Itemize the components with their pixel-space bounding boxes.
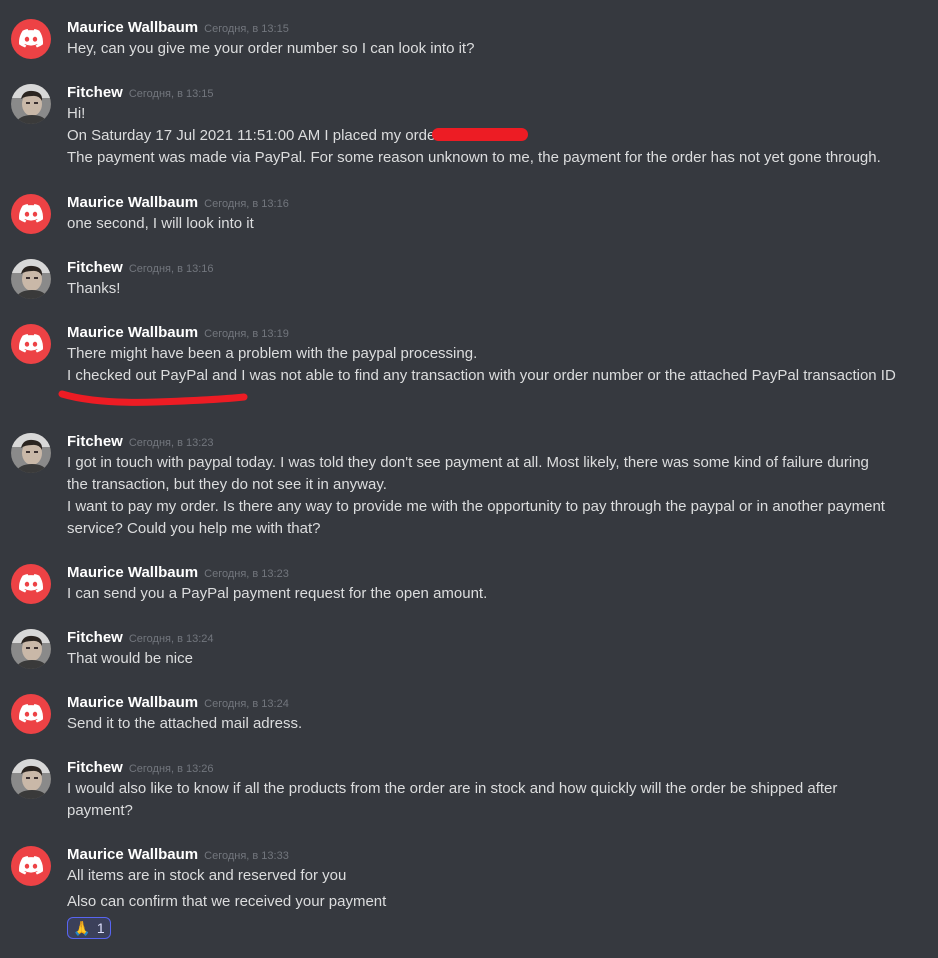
avatar[interactable] [11,564,51,604]
discord-logo-icon [19,856,43,875]
reaction-count: 1 [96,920,105,936]
timestamp: Сегодня, в 13:15 [128,88,214,100]
timestamp: Сегодня, в 13:16 [204,198,289,210]
reaction-button[interactable]: 🙏 1 [67,917,111,939]
author-name[interactable]: Maurice Wallbaum [67,564,198,581]
author-name[interactable]: Fitchew [67,629,123,646]
user-photo [11,84,51,124]
user-photo [11,259,51,299]
author-name[interactable]: Fitchew [67,759,123,776]
discord-logo-icon [19,334,43,353]
avatar[interactable] [11,259,51,299]
message-header: Fitchew Сегодня, в 13:24 [67,629,214,649]
timestamp: Сегодня, в 13:33 [204,850,289,862]
avatar[interactable] [11,846,51,886]
message-header: Maurice Wallbaum Сегодня, в 13:15 [67,19,289,39]
message-text: Send it to the attached mail adress. [67,715,303,732]
timestamp: Сегодня, в 13:19 [204,328,289,340]
user-photo [11,629,51,669]
message-text: one second, I will look into it [67,215,254,232]
message-header: Maurice Wallbaum Сегодня, в 13:23 [67,564,289,584]
message-text: payment? [67,802,133,819]
discord-logo-icon [19,704,43,723]
message-text: On Saturday 17 Jul 2021 11:51:00 AM I pl… [67,127,441,144]
avatar[interactable] [11,629,51,669]
message-text: I would also like to know if all the pro… [67,780,838,797]
avatar[interactable] [11,84,51,124]
timestamp: Сегодня, в 13:16 [128,263,214,275]
message-text: the transaction, but they do not see it … [67,476,387,493]
message-text: The payment was made via PayPal. For som… [67,149,881,166]
timestamp: Сегодня, в 13:24 [128,633,214,645]
user-photo [11,433,51,473]
message-text: I can send you a PayPal payment request … [67,585,488,602]
author-name[interactable]: Maurice Wallbaum [67,846,198,863]
author-name[interactable]: Maurice Wallbaum [67,19,198,36]
message-text: All items are in stock and reserved for … [67,867,347,884]
message-text: There might have been a problem with the… [67,345,478,362]
timestamp: Сегодня, в 13:23 [204,568,289,580]
author-name[interactable]: Maurice Wallbaum [67,194,198,211]
message-text: service? Could you help me with that? [67,520,321,537]
discord-logo-icon [19,29,43,48]
timestamp: Сегодня, в 13:15 [204,23,289,35]
message-text: Also can confirm that we received your p… [67,893,387,910]
avatar[interactable] [11,324,51,364]
message-text: That would be nice [67,650,193,667]
timestamp: Сегодня, в 13:24 [204,698,289,710]
timestamp: Сегодня, в 13:26 [128,763,214,775]
message-header: Fitchew Сегодня, в 13:16 [67,259,214,279]
folded-hands-icon: 🙏 [73,919,91,936]
message-header: Maurice Wallbaum Сегодня, в 13:16 [67,194,289,214]
message-text: I got in touch with paypal today. I was … [67,454,869,471]
message-header: Fitchew Сегодня, в 13:26 [67,759,214,779]
red-underline-mark [58,390,248,406]
message-header: Maurice Wallbaum Сегодня, в 13:24 [67,694,289,714]
message-header: Maurice Wallbaum Сегодня, в 13:19 [67,324,289,344]
discord-logo-icon [19,204,43,223]
avatar[interactable] [11,759,51,799]
message-text: Hey, can you give me your order number s… [67,40,475,57]
redaction-mark [432,128,528,141]
user-photo [11,759,51,799]
author-name[interactable]: Fitchew [67,433,123,450]
avatar[interactable] [11,433,51,473]
discord-logo-icon [19,574,43,593]
message-text: Thanks! [67,280,121,297]
author-name[interactable]: Maurice Wallbaum [67,694,198,711]
author-name[interactable]: Maurice Wallbaum [67,324,198,341]
author-name[interactable]: Fitchew [67,84,123,101]
avatar[interactable] [11,694,51,734]
message-text: I want to pay my order. Is there any way… [67,498,885,515]
author-name[interactable]: Fitchew [67,259,123,276]
avatar[interactable] [11,19,51,59]
message-header: Fitchew Сегодня, в 13:15 [67,84,214,104]
timestamp: Сегодня, в 13:23 [128,437,214,449]
avatar[interactable] [11,194,51,234]
message-header: Maurice Wallbaum Сегодня, в 13:33 [67,846,289,866]
message-header: Fitchew Сегодня, в 13:23 [67,433,214,453]
message-text: Hi! [67,105,86,122]
